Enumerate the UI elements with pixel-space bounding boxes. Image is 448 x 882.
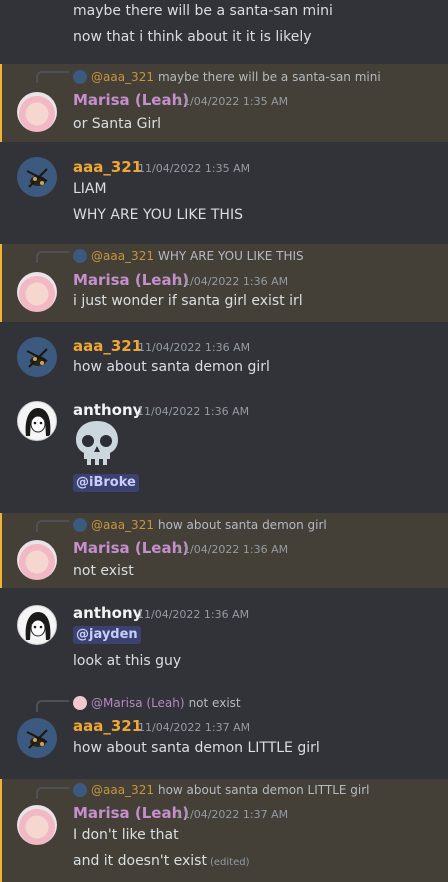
message-text: or Santa Girl — [73, 116, 162, 132]
reply-author[interactable]: @aaa_321 — [91, 249, 154, 263]
message-anthony[interactable]: anthony 11/04/2022 1:36 AM @iBroke — [0, 395, 448, 499]
reply-author[interactable]: @aaa_321 — [91, 518, 154, 532]
avatar-marisa[interactable] — [17, 272, 57, 312]
message-marisa[interactable]: @aaa_321 maybe there will be a santa-san … — [0, 64, 448, 142]
anime-avatar-icon — [25, 612, 51, 640]
reply-avatar — [73, 249, 87, 263]
timestamp: 11/04/2022 1:35 AM — [138, 162, 251, 175]
message-text: I don't like that — [73, 827, 179, 843]
avatar-aaa-321[interactable] — [17, 337, 57, 377]
timestamp: 11/04/2022 1:36 AM — [138, 341, 251, 354]
timestamp: 11/04/2022 1:35 AM — [176, 95, 289, 108]
reply-preview[interactable]: @aaa_321 WHY ARE YOU LIKE THIS — [73, 248, 304, 264]
skull-emoji — [76, 421, 118, 465]
author-name[interactable]: Marisa (Leah) — [73, 270, 189, 290]
bird-icon — [26, 729, 48, 749]
message-text: i just wonder if santa girl exist irl — [73, 293, 303, 309]
timestamp: 11/04/2022 1:36 AM — [176, 543, 289, 556]
author-name[interactable]: anthony — [73, 603, 142, 623]
reply-spine — [36, 520, 69, 532]
anime-avatar-icon — [25, 408, 51, 436]
timestamp: 11/04/2022 1:36 AM — [137, 405, 250, 418]
reply-text: how about santa demon LITTLE girl — [157, 783, 370, 797]
avatar-anthony[interactable] — [17, 605, 57, 645]
reply-spine — [36, 71, 69, 83]
timestamp: 11/04/2022 1:37 AM — [138, 721, 251, 734]
reply-text: maybe there will be a santa-san mini — [157, 70, 381, 84]
message-marisa[interactable]: @aaa_321 how about santa demon girl Maris… — [0, 513, 448, 588]
author-name[interactable]: aaa_321 — [73, 716, 142, 736]
author-name[interactable]: aaa_321 — [73, 336, 142, 356]
timestamp: 11/04/2022 1:36 AM — [176, 275, 289, 288]
author-name[interactable]: Marisa (Leah) — [73, 803, 189, 823]
message-text: look at this guy — [73, 653, 182, 669]
bird-icon — [26, 348, 48, 368]
message-text: maybe there will be a santa-san mini — [73, 3, 333, 19]
timestamp: 11/04/2022 1:37 AM — [176, 808, 289, 821]
message-anthony[interactable]: anthony 11/04/2022 1:36 AM @jayden look … — [0, 598, 448, 678]
message-text: how about santa demon LITTLE girl — [73, 740, 320, 756]
author-name[interactable]: anthony — [73, 400, 142, 420]
message-text: LIAM — [73, 181, 107, 197]
timestamp: 11/04/2022 1:36 AM — [137, 608, 250, 621]
reply-author[interactable]: @aaa_321 — [91, 70, 154, 84]
reply-preview[interactable]: @aaa_321 how about santa demon girl — [73, 517, 327, 533]
user-mention[interactable]: @jayden — [73, 626, 141, 644]
reply-avatar — [73, 783, 87, 797]
reply-text: WHY ARE YOU LIKE THIS — [157, 249, 304, 263]
reply-avatar — [73, 518, 87, 532]
reply-text: not exist — [188, 696, 241, 710]
avatar-aaa-321[interactable] — [17, 718, 57, 758]
reply-spine — [36, 251, 69, 263]
reply-author[interactable]: @aaa_321 — [91, 783, 154, 797]
message-text: and it doesn't exist (edited) — [73, 852, 249, 872]
message-text: now that i think about it it is likely — [73, 29, 312, 45]
message-aaa-321[interactable]: aaa_321 11/04/2022 1:35 AM LIAM WHY ARE … — [0, 150, 448, 230]
message-marisa[interactable]: @aaa_321 how about santa demon LITTLE gir… — [0, 779, 448, 882]
message-aaa-321[interactable]: aaa_321 11/04/2022 1:36 AM how about san… — [0, 330, 448, 386]
message-text: WHY ARE YOU LIKE THIS — [73, 207, 243, 223]
edited-label: (edited) — [209, 857, 250, 868]
reply-preview[interactable]: @Marisa (Leah) not exist — [73, 695, 241, 711]
message-marisa[interactable]: @aaa_321 WHY ARE YOU LIKE THIS Marisa (Le… — [0, 244, 448, 322]
reply-avatar — [73, 70, 87, 84]
avatar-aaa-321[interactable] — [17, 157, 57, 197]
avatar-anthony[interactable] — [17, 401, 57, 441]
author-name[interactable]: aaa_321 — [73, 157, 142, 177]
message-text: not exist — [73, 563, 134, 579]
avatar-marisa[interactable] — [17, 540, 57, 580]
reply-spine — [36, 700, 69, 712]
avatar-marisa[interactable] — [17, 92, 57, 132]
message-text-content: and it doesn't exist — [73, 853, 207, 869]
reply-avatar — [73, 696, 87, 710]
author-name[interactable]: Marisa (Leah) — [73, 90, 189, 110]
reply-preview[interactable]: @aaa_321 how about santa demon LITTLE gir… — [73, 782, 370, 798]
avatar-marisa[interactable] — [17, 805, 57, 845]
author-name[interactable]: Marisa (Leah) — [73, 538, 189, 558]
reply-spine — [36, 787, 69, 799]
reply-preview[interactable]: @aaa_321 maybe there will be a santa-san … — [73, 69, 381, 85]
message-text: how about santa demon girl — [73, 359, 270, 375]
chat-log: maybe there will be a santa-san mini now… — [0, 0, 448, 882]
reply-text: how about santa demon girl — [157, 518, 327, 532]
user-mention[interactable]: @iBroke — [73, 474, 139, 492]
message-continuation: maybe there will be a santa-san mini now… — [0, 0, 448, 58]
bird-icon — [26, 168, 48, 188]
message-aaa-321[interactable]: @Marisa (Leah) not exist aaa_321 11/04/20… — [0, 692, 448, 770]
reply-author[interactable]: @Marisa (Leah) — [91, 696, 185, 710]
